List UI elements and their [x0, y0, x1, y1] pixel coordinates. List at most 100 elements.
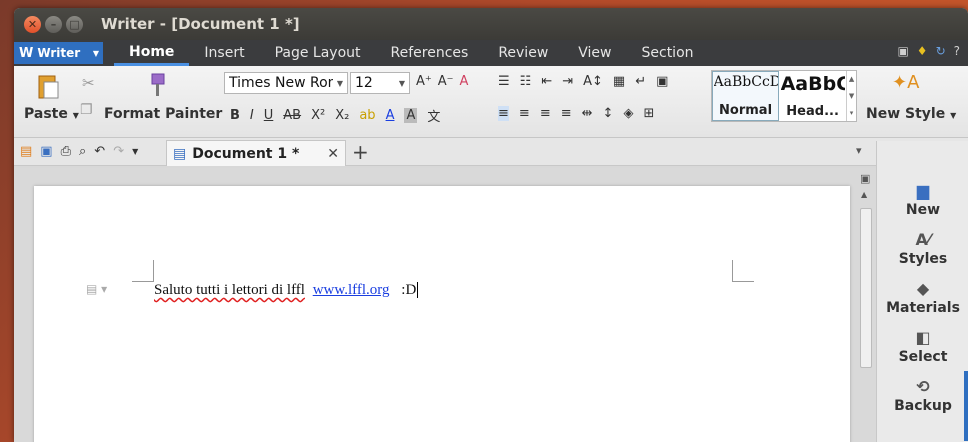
side-panel: ▆ New A⁄ Styles ◆ Materials ◧ Select ⟲ B… — [876, 141, 968, 442]
italic-icon[interactable]: I — [250, 108, 254, 123]
table-icon[interactable]: ▦ — [613, 74, 625, 89]
tab-section[interactable]: Section — [627, 40, 709, 66]
char-shading-icon[interactable]: A — [404, 108, 418, 123]
align-right-icon[interactable]: ≡ — [540, 106, 551, 121]
print-icon[interactable]: ⎙ — [61, 144, 71, 159]
margin-corner-top-right — [732, 260, 754, 282]
document-page[interactable]: ▤ ▾ Saluto tutti i lettori di lffl www.l… — [34, 186, 850, 442]
font-color-icon[interactable]: A — [386, 108, 395, 123]
font-name-combo[interactable]: Times New Roman ▼ — [224, 72, 348, 94]
side-new[interactable]: ▆ New — [877, 181, 968, 218]
tab-view[interactable]: View — [563, 40, 626, 66]
show-marks-icon[interactable]: ▣ — [656, 74, 668, 89]
chevron-up-icon: ▲ — [848, 75, 855, 84]
chevron-down-icon: ▼ — [336, 78, 344, 88]
ribbon-tabs: Home Insert Page Layout References Revie… — [114, 40, 709, 66]
cut-icon[interactable]: ✂ — [82, 74, 95, 92]
align-center-icon[interactable]: ≡ — [519, 106, 530, 121]
window-minimize-button[interactable]: – — [45, 15, 62, 33]
borders-icon[interactable]: ⊞ — [643, 106, 654, 121]
bullet-list-icon[interactable]: ☰ — [498, 74, 510, 89]
side-materials-label: Materials — [886, 300, 960, 316]
sync-icon[interactable]: ↻ — [936, 44, 946, 58]
tab-review[interactable]: Review — [483, 40, 563, 66]
undo-icon[interactable]: ↶ — [94, 144, 105, 159]
ruler-toggle-icon[interactable]: ▣ — [860, 172, 870, 185]
paste-button[interactable]: Paste ▼ — [24, 106, 79, 122]
underline-icon[interactable]: U — [264, 108, 274, 123]
style-normal[interactable]: AaBbCcDd Normal — [712, 71, 780, 121]
window-maximize-button[interactable]: □ — [66, 15, 83, 33]
side-backup[interactable]: ⟲ Backup — [877, 377, 968, 414]
save-icon[interactable]: ▣ — [40, 144, 52, 159]
writer-logo-icon: W — [19, 45, 34, 61]
scroll-thumb[interactable] — [860, 208, 872, 368]
side-select[interactable]: ◧ Select — [877, 328, 968, 365]
document-text[interactable]: Saluto tutti i lettori di lffl www.lffl.… — [154, 282, 419, 299]
sort-icon[interactable]: ↵ — [635, 74, 646, 89]
print-preview-icon[interactable]: ⌕ — [79, 144, 86, 159]
writer-app-button[interactable]: W Writer ▼ — [14, 42, 103, 64]
paragraph-group-top: ☰ ☷ ⇤ ⇥ A↕ ▦ ↵ ▣ — [498, 74, 668, 89]
paste-icon[interactable] — [36, 72, 60, 104]
hyperlink[interactable]: www.lffl.org — [313, 282, 390, 298]
styles-scroll[interactable]: ▲ ▼ ▾ — [846, 71, 856, 121]
open-icon[interactable]: ▤ — [20, 144, 32, 159]
increase-indent-icon[interactable]: ⇥ — [562, 74, 573, 89]
decrease-indent-icon[interactable]: ⇤ — [541, 74, 552, 89]
grow-font-icon[interactable]: A⁺ — [416, 74, 432, 89]
redo-icon[interactable]: ↷ — [113, 144, 124, 159]
side-styles-label: Styles — [898, 251, 948, 267]
close-tab-icon[interactable]: ✕ — [327, 146, 339, 162]
justify-icon[interactable]: ≡ — [561, 106, 572, 121]
chevron-up-icon[interactable]: ▲ — [861, 190, 867, 199]
style-heading-preview: AaBbC — [780, 73, 845, 95]
shading-icon[interactable]: ◈ — [623, 106, 633, 121]
format-painter-icon[interactable] — [146, 72, 168, 102]
margin-corner-top-left — [132, 260, 154, 282]
align-left-icon[interactable]: ≡ — [498, 106, 509, 121]
vertical-scrollbar[interactable]: ▣ ▲ — [858, 172, 874, 442]
tab-list-icon[interactable]: ▾ — [856, 144, 862, 157]
font-size-combo[interactable]: 12 ▼ — [350, 72, 410, 94]
side-styles[interactable]: A⁄ Styles — [877, 230, 968, 267]
copy-icon[interactable]: ❐ — [80, 102, 93, 118]
text-direction-icon[interactable]: A↕ — [583, 74, 603, 89]
chevron-down-icon[interactable]: ▼ — [132, 147, 138, 156]
superscript-icon[interactable]: X² — [311, 108, 325, 123]
strikethrough-icon[interactable]: AB — [283, 108, 301, 123]
bold-icon[interactable]: B — [230, 108, 240, 123]
format-painter-button[interactable]: Format Painter — [104, 106, 222, 122]
tab-home[interactable]: Home — [114, 40, 190, 66]
shirt-icon[interactable]: ♦ — [917, 44, 928, 58]
panel-accent-bar — [964, 371, 968, 441]
tab-insert[interactable]: Insert — [189, 40, 259, 66]
window-close-button[interactable]: ✕ — [24, 15, 41, 33]
window-title: Writer - [Document 1 *] — [101, 15, 300, 33]
style-heading[interactable]: AaBbC Head... — [779, 71, 846, 121]
styles-gallery: AaBbCcDd Normal AaBbC Head... ▲ ▼ ▾ — [711, 70, 857, 122]
app-window: ✕ – □ Writer - [Document 1 *] W Writer ▼… — [14, 8, 968, 442]
title-bar: ✕ – □ Writer - [Document 1 *] — [14, 8, 968, 40]
subscript-icon[interactable]: X₂ — [335, 108, 349, 123]
number-list-icon[interactable]: ☷ — [520, 74, 532, 89]
tab-page-layout[interactable]: Page Layout — [260, 40, 376, 66]
help-icon[interactable]: ? — [954, 44, 960, 58]
distribute-icon[interactable]: ⇹ — [582, 106, 593, 121]
new-style-button[interactable]: New Style ▼ — [866, 106, 956, 122]
document-tab[interactable]: ▤ Document 1 * ✕ — [166, 140, 346, 166]
side-materials[interactable]: ◆ Materials — [877, 279, 968, 316]
styles-icon: A⁄ — [915, 230, 931, 249]
menu-bar: W Writer ▼ Home Insert Page Layout Refer… — [14, 40, 968, 66]
highlight-icon[interactable]: ab — [359, 108, 375, 123]
line-spacing-icon[interactable]: ↕ — [603, 106, 614, 121]
phonetic-guide-icon[interactable]: 文 — [427, 106, 440, 125]
skin-icon[interactable]: ▣ — [897, 44, 908, 58]
tab-references[interactable]: References — [376, 40, 484, 66]
paragraph-handle-icon[interactable]: ▤ ▾ — [86, 282, 107, 296]
font-size-value: 12 — [355, 75, 373, 91]
clear-format-icon[interactable]: A — [460, 74, 469, 89]
new-tab-icon[interactable]: + — [352, 140, 369, 164]
new-style-icon[interactable]: ✦A — [892, 72, 919, 93]
shrink-font-icon[interactable]: A⁻ — [438, 74, 454, 89]
